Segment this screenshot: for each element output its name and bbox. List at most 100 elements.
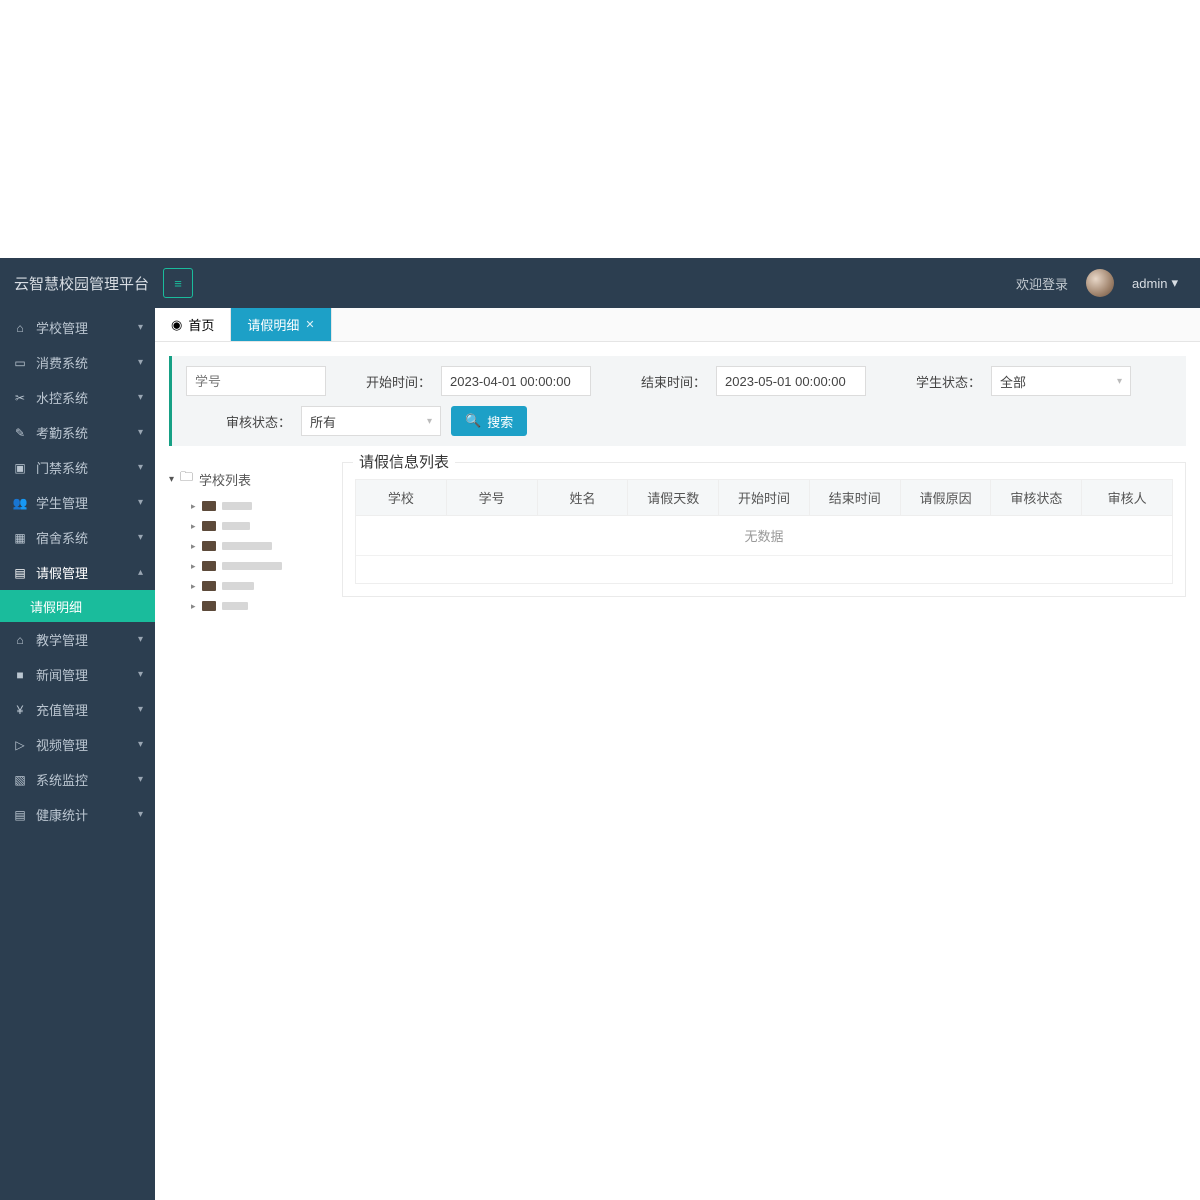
sidebar-item-label: 学生管理 [36,493,88,512]
nav-icon: ▷ [12,738,28,752]
caret-icon: ▾ [138,532,143,543]
caret-icon: ▾ [138,497,143,508]
sidebar-item-label: 视频管理 [36,735,88,754]
sidebar-item-5[interactable]: 👥 学生管理 ▾ [0,485,155,520]
caret-icon: ▾ [138,322,143,333]
table-column-header: 审核状态 [991,480,1082,515]
caret-right-icon: ▸ [191,581,196,592]
student-status-select[interactable]: 全部 ▾ [991,366,1131,396]
caret-right-icon: ▸ [191,541,196,552]
sidebar-item-label: 宿舍系统 [36,528,88,547]
list-title: 请假信息列表 [353,451,455,472]
sidebar-item-2[interactable]: ✂水控系统▾ [0,380,155,415]
search-icon: 🔍 [465,413,481,429]
table-column-header: 结束时间 [810,480,901,515]
nav-icon: ▭ [12,356,28,370]
avatar[interactable] [1086,269,1114,297]
close-icon[interactable]: ✕ [305,318,314,331]
caret-right-icon: ▸ [191,561,196,572]
sidebar-item-label: 学校管理 [36,318,88,337]
sidebar-item-12[interactable]: ▧系统监控▾ [0,762,155,797]
tab-1[interactable]: 请假明细 ✕ [231,308,331,341]
tab-0[interactable]: ◉ 首页 [155,308,231,341]
tree-root[interactable]: ▾ 🗀 学校列表 [169,468,324,490]
nav-icon: ▦ [12,531,28,545]
search-button[interactable]: 🔍 搜索 [451,406,527,436]
tree-node[interactable]: ▸ [191,576,324,596]
school-tree: ▾ 🗀 学校列表 ▸ ▸ ▸ ▸ ▸ ▸ [169,462,324,616]
nav-icon: ¥ [12,703,28,717]
caret-down-icon: ▾ [169,474,174,485]
brand-title: 云智慧校园管理平台 [0,273,155,294]
folder-icon [202,541,216,551]
tree-node-label [222,562,282,570]
table-column-header: 姓名 [538,480,629,515]
sidebar-item-13[interactable]: ▤健康统计▾ [0,797,155,832]
caret-icon: ▾ [138,809,143,820]
sidebar-sub-active[interactable]: 请假明细 [0,590,155,622]
sidebar-item-0[interactable]: ⌂学校管理▾ [0,310,155,345]
nav-icon: 👥 [12,496,28,510]
nav-icon: ▧ [12,773,28,787]
sidebar-item-label: 教学管理 [36,630,88,649]
welcome-text: 欢迎登录 [1016,274,1068,293]
sidebar-item-label: 消费系统 [36,353,88,372]
sidebar-item-8[interactable]: ⌂教学管理▾ [0,622,155,657]
folder-icon [202,601,216,611]
table-column-header: 学校 [356,480,447,515]
tree-node-label [222,522,250,530]
table-column-header: 审核人 [1082,480,1172,515]
student-id-input[interactable] [186,366,326,396]
menu-toggle-button[interactable]: ≡ [163,268,193,298]
folder-icon [202,581,216,591]
tab-icon: ◉ [171,317,182,333]
sidebar-item-4[interactable]: ▣门禁系统▾ [0,450,155,485]
filter-panel: 开始时间： 结束时间： 学生状态： 全部 ▾ [169,356,1186,446]
table-column-header: 请假天数 [628,480,719,515]
caret-icon: ▴ [138,567,143,578]
tree-node-label [222,602,248,610]
sidebar-item-label: 请假管理 [36,563,88,582]
sidebar: ⌂学校管理▾▭消费系统▾✂水控系统▾✎考勤系统▾▣门禁系统▾👥学生管理▾▦宿舍系… [0,308,155,1200]
sidebar-item-6[interactable]: ▦ 宿舍系统 ▾ [0,520,155,555]
sidebar-item-9[interactable]: ■新闻管理▾ [0,657,155,692]
leave-list-panel: 请假信息列表 学校学号姓名请假天数开始时间结束时间请假原因审核状态审核人 无数据 [342,462,1186,597]
sidebar-item-label: 充值管理 [36,700,88,719]
sidebar-item-1[interactable]: ▭ 消费系统 ▾ [0,345,155,380]
tree-node[interactable]: ▸ [191,516,324,536]
hamburger-icon: ≡ [174,276,182,291]
table-body: 无数据 [355,516,1173,584]
sidebar-item-7[interactable]: ▤请假管理▴ [0,555,155,590]
end-time-input[interactable] [716,366,866,396]
tree-node[interactable]: ▸ [191,556,324,576]
sidebar-item-3[interactable]: ✎考勤系统▾ [0,415,155,450]
user-dropdown[interactable]: admin ▾ [1132,275,1178,291]
tree-node-label [222,542,272,550]
sidebar-item-11[interactable]: ▷视频管理▾ [0,727,155,762]
sidebar-item-label: 水控系统 [36,388,88,407]
sidebar-item-10[interactable]: ¥ 充值管理 ▾ [0,692,155,727]
user-name: admin [1132,276,1167,291]
tab-label: 首页 [188,315,214,334]
caret-right-icon: ▸ [191,601,196,612]
sidebar-item-label: 新闻管理 [36,665,88,684]
caret-icon: ▾ [138,704,143,715]
caret-icon: ▾ [138,427,143,438]
tree-node-label [222,582,254,590]
folder-icon [202,521,216,531]
caret-icon: ▾ [138,462,143,473]
tree-node[interactable]: ▸ [191,496,324,516]
no-data-text: 无数据 [356,516,1172,555]
start-time-input[interactable] [441,366,591,396]
caret-icon: ▾ [138,357,143,368]
caret-icon: ▾ [138,392,143,403]
caret-right-icon: ▸ [191,521,196,532]
audit-status-select[interactable]: 所有 ▾ [301,406,441,436]
table-row [356,555,1172,583]
tree-node[interactable]: ▸ [191,536,324,556]
chevron-down-icon: ▾ [1171,275,1178,291]
tree-node[interactable]: ▸ [191,596,324,616]
start-time-label: 开始时间： [366,372,431,391]
tab-label: 请假明细 [247,315,299,334]
caret-right-icon: ▸ [191,501,196,512]
